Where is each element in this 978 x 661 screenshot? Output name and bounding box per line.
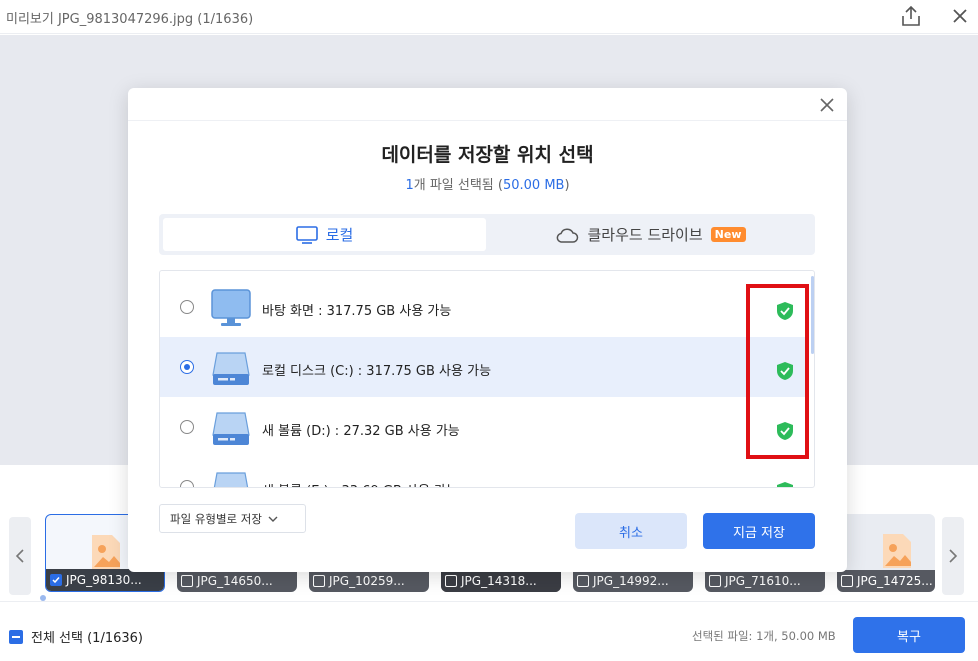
save-location-dialog: 데이터를 저장할 위치 선택 1개 파일 선택됨 (50.00 MB) 로컬 클… [128, 88, 847, 572]
drive-radio[interactable] [180, 360, 194, 374]
dialog-subtitle: 1개 파일 선택됨 (50.00 MB) [128, 174, 847, 193]
location-tabs: 로컬 클라우드 드라이브 New [159, 214, 815, 255]
thumbnail-checkbox[interactable] [445, 575, 457, 587]
save-now-button[interactable]: 지금 저장 [703, 513, 815, 549]
thumbnail-checkbox[interactable] [50, 574, 62, 586]
thumbnail-checkbox[interactable] [577, 575, 589, 587]
tab-local[interactable]: 로컬 [163, 218, 486, 251]
next-thumbnail-button[interactable] [942, 517, 964, 595]
monitor-icon [211, 289, 251, 326]
selected-files-info: 선택된 파일: 1개, 50.00 MB [692, 629, 836, 643]
drive-row[interactable]: 새 볼륨 (D:) : 27.32 GB 사용 가능 [160, 397, 808, 457]
shield-check-icon [777, 482, 793, 487]
file-type-dropdown[interactable]: 파일 유형별로 저장 [159, 504, 306, 533]
monitor-icon [295, 225, 318, 244]
thumbnail-name: JPG_14992... [593, 574, 669, 588]
cancel-button[interactable]: 취소 [575, 513, 687, 549]
cloud-icon [557, 227, 579, 243]
thumbnail-checkbox[interactable] [841, 575, 853, 587]
drive-label: 바탕 화면 : 317.75 GB 사용 가능 [262, 304, 452, 319]
image-file-icon [92, 535, 120, 569]
thumbnail-checkbox[interactable] [181, 575, 193, 587]
tab-local-label: 로컬 [325, 226, 354, 244]
thumbnail-name: JPG_14650... [197, 574, 273, 588]
close-window-icon[interactable] [948, 4, 972, 28]
hard-drive-icon [212, 352, 250, 385]
drive-radio[interactable] [180, 420, 194, 434]
drive-list: 바탕 화면 : 317.75 GB 사용 가능 로컬 디스크 (C:) : 31… [159, 270, 815, 488]
thumbnail-item[interactable]: JPG_14725... [837, 514, 935, 592]
drive-label: 새 볼륨 (D:) : 27.32 GB 사용 가능 [262, 424, 460, 439]
chevron-down-icon [268, 516, 278, 522]
subtitle-text: 개 파일 선택됨 ( [413, 178, 503, 193]
hard-drive-icon [213, 472, 249, 487]
thumbnail-name: JPG_71610... [725, 574, 801, 588]
thumbnail-name: JPG_14725... [857, 574, 933, 588]
recover-button[interactable]: 복구 [853, 617, 965, 653]
drive-row[interactable]: 바탕 화면 : 317.75 GB 사용 가능 [160, 277, 808, 337]
footer-bar: 전체 선택 (1/1636) 선택된 파일: 1개, 50.00 MB 복구 [0, 601, 978, 661]
select-all-checkbox[interactable]: 전체 선택 (1/1636) [9, 627, 143, 646]
partial-check-icon [9, 629, 23, 644]
window-title: 미리보기 JPG_9813047296.jpg (1/1636) [6, 12, 254, 27]
thumbnail-checkbox[interactable] [709, 575, 721, 587]
drive-row[interactable]: 로컬 디스크 (C:) : 317.75 GB 사용 가능 [160, 337, 808, 397]
thumbnail-name: JPG_98130... [66, 573, 142, 587]
drive-radio[interactable] [180, 480, 194, 487]
tab-cloud-label: 클라우드 드라이브 [587, 226, 703, 244]
drive-label: 로컬 디스크 (C:) : 317.75 GB 사용 가능 [262, 364, 492, 379]
new-badge: New [710, 227, 746, 242]
share-icon[interactable] [898, 4, 924, 28]
thumbnail-name: JPG_14318... [461, 574, 537, 588]
tab-cloud-drive[interactable]: 클라우드 드라이브 New [490, 218, 811, 251]
drive-label: 새 볼륨 (E:) : 33.69 GB 사용 가능 [262, 480, 458, 487]
title-bar: 미리보기 JPG_9813047296.jpg (1/1636) [0, 0, 978, 34]
thumbnail-checkbox[interactable] [313, 575, 325, 587]
image-file-icon [883, 534, 911, 568]
subtitle-end: ) [564, 178, 570, 193]
drive-radio[interactable] [180, 300, 194, 314]
close-dialog-icon[interactable] [818, 96, 836, 114]
divider [128, 120, 847, 121]
select-all-label: 전체 선택 (1/1636) [31, 631, 143, 646]
drive-row[interactable]: 새 볼륨 (E:) : 33.69 GB 사용 가능 [160, 457, 808, 487]
highlight-annotation [746, 284, 809, 459]
dialog-title: 데이터를 저장할 위치 선택 [381, 144, 594, 166]
drive-list-scrollbar[interactable] [811, 276, 814, 354]
prev-thumbnail-button[interactable] [9, 517, 31, 595]
file-count: 1 [405, 178, 414, 193]
file-type-label: 파일 유형별로 저장 [170, 511, 262, 526]
hard-drive-icon [212, 412, 250, 445]
file-size: 50.00 MB [502, 178, 565, 193]
thumbnail-name: JPG_10259... [329, 574, 405, 588]
